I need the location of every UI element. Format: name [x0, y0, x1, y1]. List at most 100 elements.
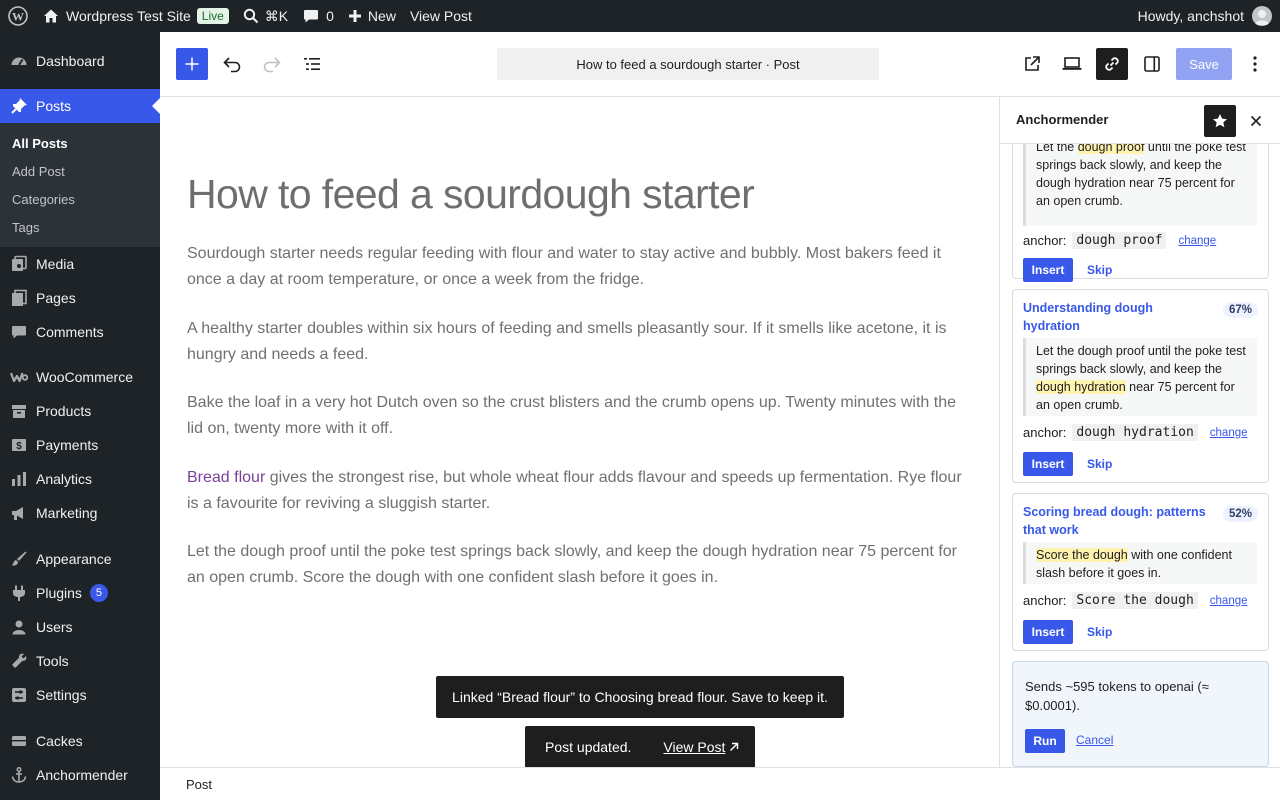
- wordpress-logo-icon: W: [8, 6, 28, 26]
- block-inserter-button[interactable]: [176, 48, 208, 80]
- wrench-icon: [10, 652, 28, 670]
- suggestion-excerpt: Let the dough proof until the poke test …: [1023, 134, 1257, 226]
- user-avatar-icon: [1255, 10, 1269, 25]
- change-anchor-link[interactable]: change: [1210, 427, 1248, 439]
- insert-button[interactable]: Insert: [1023, 452, 1073, 476]
- site-name-link[interactable]: Wordpress Test Site Live: [35, 0, 236, 32]
- block-breadcrumb[interactable]: Post: [186, 777, 212, 792]
- comments-link[interactable]: 0: [295, 0, 341, 32]
- cancel-link[interactable]: Cancel: [1076, 733, 1113, 747]
- snackbar-post-updated[interactable]: Post updated. View Post: [525, 726, 755, 768]
- view-post-external-button[interactable]: [1016, 48, 1048, 80]
- run-button[interactable]: Run: [1025, 729, 1065, 753]
- new-content-link[interactable]: New: [341, 0, 403, 32]
- menu-media[interactable]: Media: [0, 247, 160, 281]
- menu-tools[interactable]: Tools: [0, 644, 160, 678]
- menu-dashboard[interactable]: Dashboard: [0, 44, 160, 78]
- menu-pages[interactable]: Pages: [0, 281, 160, 315]
- menu-woocommerce-label: WooCommerce: [36, 369, 133, 385]
- panel-header: Anchormender: [1000, 97, 1280, 144]
- save-button[interactable]: Save: [1176, 48, 1232, 80]
- admin-bar: W Wordpress Test Site Live ⌘K 0 New View…: [0, 0, 1280, 32]
- paragraph-block[interactable]: Bread flour gives the strongest rise, bu…: [187, 465, 972, 517]
- menu-users-label: Users: [36, 619, 73, 635]
- cache-box-icon: [10, 732, 28, 750]
- close-panel-button[interactable]: [1244, 105, 1268, 137]
- bread-flour-link[interactable]: Bread flour: [187, 469, 265, 486]
- preview-device-button[interactable]: [1056, 48, 1088, 80]
- menu-analytics-label: Analytics: [36, 471, 93, 487]
- dollar-icon: $: [10, 436, 28, 454]
- document-title-bar[interactable]: How to feed a sourdough starter · Post: [497, 48, 879, 80]
- redo-button[interactable]: [256, 48, 288, 80]
- submenu-tags[interactable]: Tags: [0, 213, 160, 241]
- suggestion-card: Scoring bread dough: patterns that work …: [1012, 493, 1269, 651]
- live-badge: Live: [196, 8, 229, 24]
- suggestion-title[interactable]: Scoring bread dough: patterns that work: [1023, 503, 1208, 539]
- menu-plugins[interactable]: Plugins 5: [0, 576, 160, 610]
- suggestion-excerpt: Let the dough proof until the poke test …: [1023, 338, 1257, 416]
- anchor-text: dough hydration: [1072, 424, 1198, 441]
- menu-marketing-label: Marketing: [36, 505, 98, 521]
- pin-panel-button[interactable]: [1204, 105, 1236, 137]
- view-post-link[interactable]: View Post: [403, 0, 479, 32]
- undo-button[interactable]: [216, 48, 248, 80]
- insert-button[interactable]: Insert: [1023, 620, 1073, 644]
- search-icon: [243, 8, 259, 24]
- submenu-all-posts[interactable]: All Posts: [0, 129, 160, 157]
- paragraph-block[interactable]: A healthy starter doubles within six hou…: [187, 316, 972, 368]
- menu-woocommerce[interactable]: WooCommerce: [0, 360, 160, 394]
- suggestion-excerpt: Score the dough with one confident slash…: [1023, 542, 1257, 584]
- menu-products-label: Products: [36, 403, 92, 419]
- plug-icon: [10, 584, 28, 602]
- sidebar-panel-icon: [1144, 56, 1160, 72]
- excerpt-highlight: dough hydration: [1036, 380, 1126, 394]
- panel-title: Anchormender: [1016, 112, 1109, 127]
- plus-icon: [185, 57, 199, 71]
- settings-sliders-icon: [10, 686, 28, 704]
- skip-button[interactable]: Skip: [1087, 258, 1112, 282]
- paragraph-block[interactable]: Let the dough proof until the poke test …: [187, 539, 972, 591]
- megaphone-icon: [10, 504, 28, 522]
- submenu-categories[interactable]: Categories: [0, 185, 160, 213]
- menu-payments[interactable]: $ Payments: [0, 428, 160, 462]
- snackbar-linked-notice[interactable]: Linked “Bread flour” to Choosing bread f…: [436, 676, 844, 718]
- post-title[interactable]: How to feed a sourdough starter: [187, 171, 755, 218]
- menu-cackes[interactable]: Cackes: [0, 724, 160, 758]
- menu-anchormender[interactable]: Anchormender: [0, 758, 160, 792]
- change-anchor-link[interactable]: change: [1210, 595, 1248, 607]
- anchormender-toggle-button[interactable]: [1096, 48, 1128, 80]
- wordpress-logo-button[interactable]: W: [0, 0, 35, 32]
- skip-button[interactable]: Skip: [1087, 620, 1112, 644]
- archive-box-icon: [10, 402, 28, 420]
- my-account-menu[interactable]: Howdy, anchshot: [1138, 6, 1280, 26]
- menu-appearance[interactable]: Appearance: [0, 542, 160, 576]
- menu-marketing[interactable]: Marketing: [0, 496, 160, 530]
- redo-icon: [263, 57, 281, 73]
- menu-anchormender-label: Anchormender: [36, 767, 128, 783]
- settings-sidebar-button[interactable]: [1136, 48, 1168, 80]
- editor-canvas[interactable]: How to feed a sourdough starter Sourdoug…: [160, 97, 999, 767]
- comments-count: 0: [326, 8, 334, 24]
- svg-text:$: $: [16, 441, 22, 452]
- search-shortcut: ⌘K: [264, 7, 289, 24]
- menu-settings[interactable]: Settings: [0, 678, 160, 712]
- snackbar-view-post-link[interactable]: View Post: [663, 739, 739, 755]
- paragraph-block[interactable]: Sourdough starter needs regular feeding …: [187, 241, 972, 293]
- document-overview-button[interactable]: [296, 48, 328, 80]
- menu-analytics[interactable]: Analytics: [0, 462, 160, 496]
- options-menu-button[interactable]: [1240, 48, 1270, 80]
- menu-products[interactable]: Products: [0, 394, 160, 428]
- command-search-button[interactable]: ⌘K: [236, 0, 295, 32]
- suggestion-title[interactable]: Understanding dough hydration: [1023, 299, 1208, 335]
- paragraph-block[interactable]: Bake the loaf in a very hot Dutch oven s…: [187, 390, 972, 442]
- menu-posts[interactable]: Posts: [0, 89, 160, 123]
- skip-button[interactable]: Skip: [1087, 452, 1112, 476]
- change-anchor-link[interactable]: change: [1178, 235, 1216, 247]
- menu-users[interactable]: Users: [0, 610, 160, 644]
- editor-toolbar: How to feed a sourdough starter · Post S…: [160, 32, 1280, 97]
- menu-comments[interactable]: Comments: [0, 315, 160, 349]
- insert-button[interactable]: Insert: [1023, 258, 1073, 282]
- submenu-add-post[interactable]: Add Post: [0, 157, 160, 185]
- site-name: Wordpress Test Site: [66, 8, 191, 24]
